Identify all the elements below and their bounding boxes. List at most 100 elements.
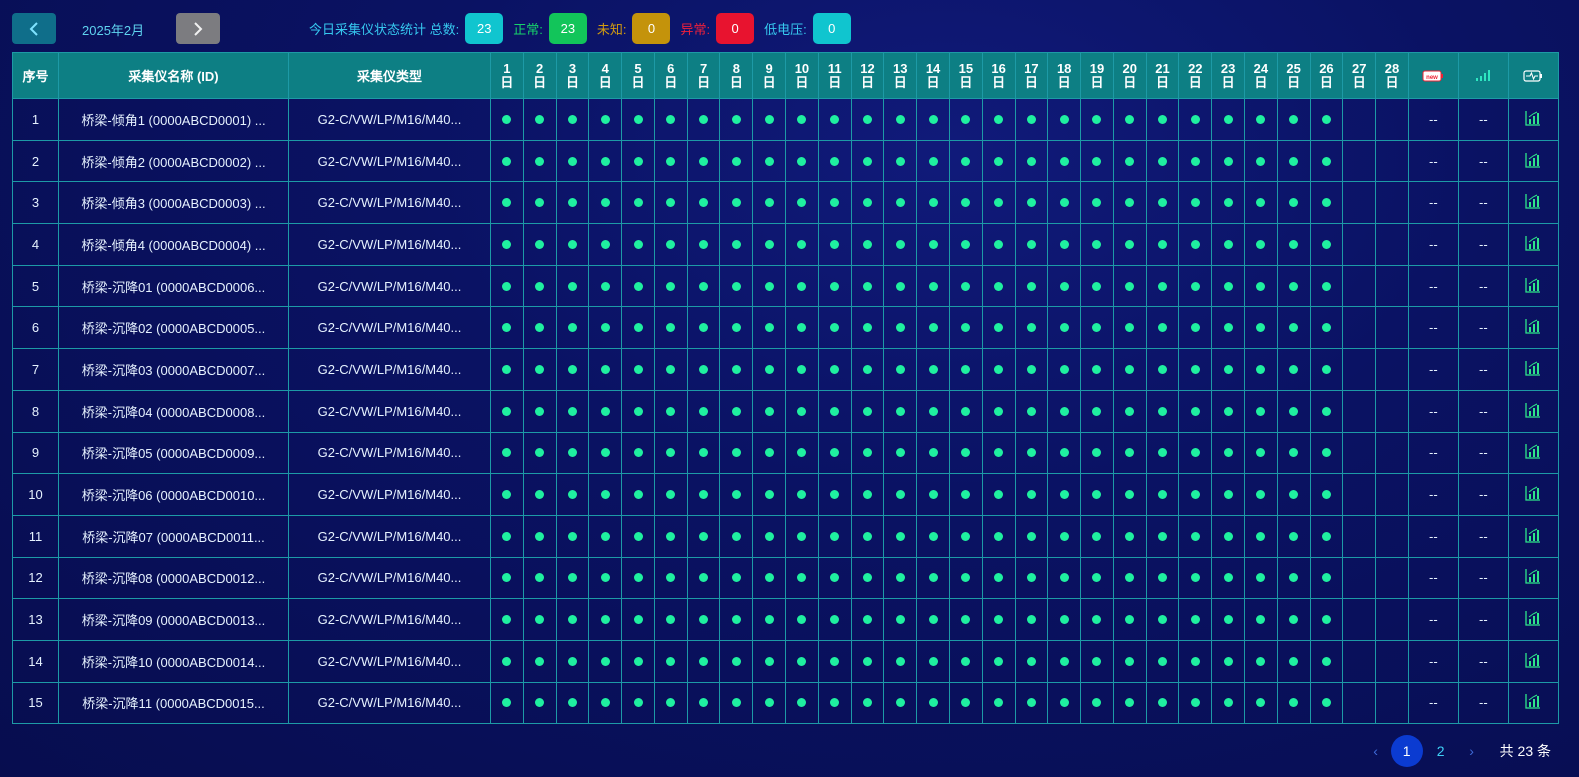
day-status-cell[interactable] [1342, 181, 1377, 225]
bar-chart-icon[interactable] [1525, 277, 1541, 293]
day-status-cell[interactable] [522, 514, 557, 558]
day-status-cell[interactable] [752, 181, 787, 225]
day-status-cell[interactable] [686, 264, 721, 308]
day-status-cell[interactable] [1178, 264, 1213, 308]
day-status-cell[interactable] [1145, 389, 1180, 433]
day-status-cell[interactable] [490, 348, 524, 391]
day-status-cell[interactable] [1309, 598, 1344, 641]
day-status-cell[interactable] [490, 389, 524, 433]
day-status-cell[interactable] [1014, 431, 1049, 475]
day-status-cell[interactable] [981, 139, 1016, 183]
day-status-cell[interactable] [817, 348, 852, 391]
day-status-cell[interactable] [588, 306, 623, 350]
day-status-cell[interactable] [1375, 348, 1409, 391]
day-status-cell[interactable] [1145, 681, 1180, 725]
day-status-cell[interactable] [1014, 306, 1049, 350]
day-status-cell[interactable] [1342, 223, 1377, 266]
day-status-cell[interactable] [752, 264, 787, 308]
day-status-cell[interactable] [653, 431, 688, 475]
day-status-cell[interactable] [752, 389, 787, 433]
day-status-cell[interactable] [1309, 223, 1344, 266]
day-status-cell[interactable] [1211, 389, 1245, 433]
day-status-cell[interactable] [686, 681, 721, 725]
day-status-cell[interactable] [1112, 639, 1147, 683]
day-status-cell[interactable] [1375, 431, 1409, 475]
day-status-cell[interactable] [490, 681, 524, 725]
day-status-cell[interactable] [490, 473, 524, 516]
day-status-cell[interactable] [916, 181, 950, 225]
day-status-cell[interactable] [719, 681, 754, 725]
day-status-cell[interactable] [490, 598, 524, 641]
day-status-cell[interactable] [1112, 431, 1147, 475]
day-status-cell[interactable] [1276, 223, 1311, 266]
day-status-cell[interactable] [785, 681, 819, 725]
day-status-cell[interactable] [1375, 223, 1409, 266]
day-status-cell[interactable] [1014, 389, 1049, 433]
bar-chart-icon[interactable] [1525, 652, 1541, 668]
day-status-cell[interactable] [621, 556, 655, 600]
day-status-cell[interactable] [1145, 514, 1180, 558]
day-status-cell[interactable] [1178, 473, 1213, 516]
day-status-cell[interactable] [719, 639, 754, 683]
day-status-cell[interactable] [1145, 98, 1180, 141]
day-status-cell[interactable] [621, 681, 655, 725]
day-status-cell[interactable] [686, 139, 721, 183]
day-status-cell[interactable] [1342, 473, 1377, 516]
table-row[interactable]: 11 桥梁-沉降07 (0000ABCD0011... G2-C/VW/LP/M16… [12, 514, 1559, 558]
day-status-cell[interactable] [1112, 98, 1147, 141]
day-status-cell[interactable] [1014, 473, 1049, 516]
day-status-cell[interactable] [686, 98, 721, 141]
day-status-cell[interactable] [719, 348, 754, 391]
day-status-cell[interactable] [948, 598, 983, 641]
day-status-cell[interactable] [653, 556, 688, 600]
day-status-cell[interactable] [621, 473, 655, 516]
day-status-cell[interactable] [653, 223, 688, 266]
day-status-cell[interactable] [1014, 223, 1049, 266]
day-status-cell[interactable] [1342, 389, 1377, 433]
day-status-cell[interactable] [1014, 514, 1049, 558]
day-status-cell[interactable] [1243, 139, 1278, 183]
day-status-cell[interactable] [686, 556, 721, 600]
day-status-cell[interactable] [1342, 348, 1377, 391]
day-status-cell[interactable] [817, 431, 852, 475]
day-status-cell[interactable] [1342, 306, 1377, 350]
day-status-cell[interactable] [1112, 681, 1147, 725]
day-status-cell[interactable] [1243, 473, 1278, 516]
day-status-cell[interactable] [850, 473, 885, 516]
table-row[interactable]: 13 桥梁-沉降09 (0000ABCD0013... G2-C/VW/LP/M16… [12, 598, 1559, 641]
day-status-cell[interactable] [1276, 98, 1311, 141]
day-status-cell[interactable] [686, 514, 721, 558]
day-status-cell[interactable] [653, 389, 688, 433]
day-status-cell[interactable] [883, 681, 918, 725]
day-status-cell[interactable] [850, 306, 885, 350]
day-status-cell[interactable] [850, 264, 885, 308]
day-status-cell[interactable] [1080, 514, 1114, 558]
day-status-cell[interactable] [1178, 514, 1213, 558]
day-status-cell[interactable] [1047, 98, 1082, 141]
day-status-cell[interactable] [817, 223, 852, 266]
day-status-cell[interactable] [1080, 389, 1114, 433]
day-status-cell[interactable] [522, 681, 557, 725]
day-status-cell[interactable] [1080, 681, 1114, 725]
day-status-cell[interactable] [981, 223, 1016, 266]
day-status-cell[interactable] [555, 348, 590, 391]
day-status-cell[interactable] [686, 431, 721, 475]
day-status-cell[interactable] [785, 139, 819, 183]
day-status-cell[interactable] [883, 306, 918, 350]
day-status-cell[interactable] [1375, 306, 1409, 350]
day-status-cell[interactable] [719, 556, 754, 600]
day-status-cell[interactable] [883, 264, 918, 308]
day-status-cell[interactable] [981, 98, 1016, 141]
day-status-cell[interactable] [1276, 306, 1311, 350]
day-status-cell[interactable] [1375, 556, 1409, 600]
day-status-cell[interactable] [817, 181, 852, 225]
day-status-cell[interactable] [981, 306, 1016, 350]
day-status-cell[interactable] [1178, 181, 1213, 225]
day-status-cell[interactable] [850, 556, 885, 600]
day-status-cell[interactable] [916, 681, 950, 725]
day-status-cell[interactable] [1375, 98, 1409, 141]
day-status-cell[interactable] [916, 98, 950, 141]
day-status-cell[interactable] [981, 598, 1016, 641]
day-status-cell[interactable] [621, 181, 655, 225]
day-status-cell[interactable] [555, 598, 590, 641]
